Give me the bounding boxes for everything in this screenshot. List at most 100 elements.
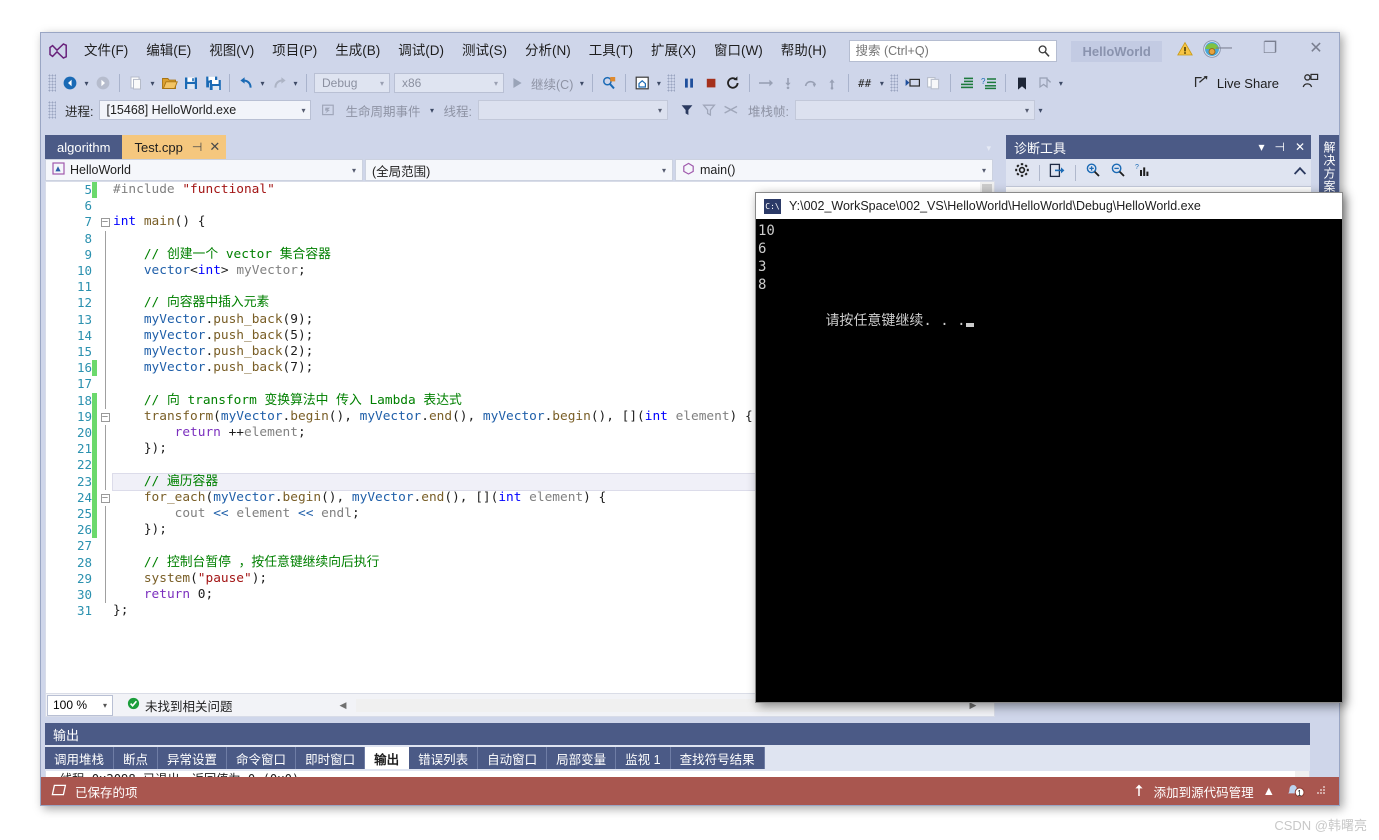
toolbar-grip-3[interactable] <box>890 74 898 92</box>
stackframe-dropdown[interactable]: ▾ <box>795 100 1035 120</box>
attach-to-process-icon[interactable] <box>598 72 620 94</box>
fold-margin[interactable] <box>97 344 113 360</box>
fold-margin[interactable]: – <box>97 214 113 230</box>
fold-margin[interactable] <box>97 571 113 587</box>
fold-margin[interactable] <box>97 441 113 457</box>
procbar-grip[interactable] <box>48 101 56 119</box>
continue-play-icon[interactable] <box>506 72 528 94</box>
fold-margin[interactable] <box>97 474 113 490</box>
fold-margin[interactable]: – <box>97 490 113 506</box>
menu-file[interactable]: 文件(F) <box>75 38 137 64</box>
continue-label[interactable]: 继续(C) <box>528 74 576 93</box>
resize-grip-icon[interactable] <box>1315 784 1327 799</box>
close-tab-icon[interactable]: ✕ <box>209 139 220 155</box>
open-file-icon[interactable] <box>158 72 180 94</box>
collapse-chevron-up-icon[interactable] <box>1293 164 1307 182</box>
undo-caret-icon[interactable]: ▾ <box>257 72 268 94</box>
zoom-level-dropdown[interactable]: 100 % ▾ <box>47 695 113 716</box>
fold-margin[interactable] <box>97 522 113 538</box>
lifecycle-events-label[interactable]: 生命周期事件 <box>339 101 426 120</box>
break-all-icon[interactable] <box>678 72 700 94</box>
process-dropdown[interactable]: [15468] HelloWorld.exe ▾ <box>99 100 311 120</box>
fold-margin[interactable] <box>97 247 113 263</box>
search-input[interactable] <box>855 42 1033 60</box>
minimize-button[interactable]: — <box>1201 33 1247 63</box>
live-share-button[interactable]: Live Share <box>1194 74 1279 92</box>
fold-margin[interactable] <box>97 603 113 619</box>
bottom-tab-调用堆栈[interactable]: 调用堆栈 <box>45 747 114 769</box>
menu-edit[interactable]: 编辑(E) <box>137 38 200 64</box>
send-feedback-icon[interactable] <box>1301 73 1319 94</box>
tab-test-cpp[interactable]: Test.cpp ⊣ ✕ <box>122 135 226 159</box>
fold-margin[interactable]: – <box>97 409 113 425</box>
menu-help[interactable]: 帮助(H) <box>772 38 836 64</box>
fold-margin[interactable] <box>97 587 113 603</box>
show-next-statement-icon[interactable] <box>901 72 923 94</box>
fold-margin[interactable] <box>97 312 113 328</box>
panel-menu-icon[interactable]: ▾ <box>1258 140 1264 154</box>
navigate-backward-icon[interactable] <box>59 72 81 94</box>
hex-display-icon[interactable]: ## <box>854 72 876 94</box>
bottom-tab-命令窗口[interactable]: 命令窗口 <box>227 747 296 769</box>
bottom-tab-自动窗口[interactable]: 自动窗口 <box>478 747 547 769</box>
fold-margin[interactable] <box>97 279 113 295</box>
toolbar-grip[interactable] <box>48 74 56 92</box>
menu-build[interactable]: 生成(B) <box>326 38 389 64</box>
source-control-label[interactable]: 添加到源代码管理 <box>1154 782 1254 801</box>
show-details-chart-icon[interactable]: ? <box>1135 163 1151 183</box>
restart-debugging-icon[interactable] <box>722 72 744 94</box>
panel-close-icon[interactable]: ✕ <box>1295 140 1305 154</box>
bookmark-icon[interactable] <box>1011 72 1033 94</box>
hex-caret-icon[interactable]: ▾ <box>876 72 887 94</box>
fold-margin[interactable] <box>97 506 113 522</box>
filter-funnel-icon[interactable] <box>676 99 698 121</box>
zoom-in-icon[interactable] <box>1085 162 1101 183</box>
navigate-backward-caret-icon[interactable]: ▾ <box>81 72 92 94</box>
menu-test[interactable]: 测试(S) <box>453 38 516 64</box>
solution-config-dropdown[interactable]: Debug ▾ <box>314 73 390 93</box>
indent-lines-icon[interactable] <box>956 72 978 94</box>
fold-margin[interactable] <box>97 555 113 571</box>
fold-margin[interactable] <box>97 425 113 441</box>
save-all-icon[interactable] <box>202 72 224 94</box>
save-icon[interactable] <box>180 72 202 94</box>
fold-margin[interactable] <box>97 182 113 198</box>
tab-overflow-caret-icon[interactable]: ▾ <box>986 143 991 154</box>
tab-algorithm[interactable]: algorithm <box>45 135 122 159</box>
fold-margin[interactable] <box>97 538 113 554</box>
new-item-caret-icon[interactable]: ▾ <box>147 72 158 94</box>
undo-icon[interactable] <box>235 72 257 94</box>
bottom-tab-输出[interactable]: 输出 <box>365 747 409 769</box>
fold-margin[interactable] <box>97 393 113 409</box>
menu-window[interactable]: 窗口(W) <box>705 38 772 64</box>
pin-tab-icon[interactable]: ⊣ <box>192 140 202 154</box>
lifecycle-caret-icon[interactable]: ▾ <box>427 99 438 121</box>
fold-margin[interactable] <box>97 360 113 376</box>
hscroll-left-icon[interactable]: ◀ <box>336 699 350 712</box>
fold-margin[interactable] <box>97 263 113 279</box>
continue-caret-icon[interactable]: ▾ <box>576 72 587 94</box>
bottom-tab-监视 1[interactable]: 监视 1 <box>616 747 670 769</box>
source-control-caret-icon[interactable]: ▲ <box>1263 784 1275 798</box>
fold-margin[interactable] <box>97 457 113 473</box>
fold-margin[interactable] <box>97 295 113 311</box>
bottom-tab-错误列表[interactable]: 错误列表 <box>409 747 478 769</box>
export-session-icon[interactable] <box>1049 163 1066 183</box>
project-scope-dropdown[interactable]: HelloWorld ▾ <box>45 159 363 181</box>
toggle-info-icon[interactable]: ? <box>978 72 1000 94</box>
thread-dropdown[interactable]: ▾ <box>478 100 668 120</box>
toolbar-grip-2[interactable] <box>667 74 675 92</box>
console-window[interactable]: C:\ Y:\002_WorkSpace\002_VS\HelloWorld\H… <box>755 192 1343 703</box>
issue-status[interactable]: 未找到相关问题 <box>127 696 233 715</box>
panel-pin-icon[interactable]: ⊣ <box>1274 140 1284 154</box>
menu-debug[interactable]: 调试(D) <box>389 38 453 64</box>
global-scope-dropdown[interactable]: (全局范围) ▾ <box>365 159 673 181</box>
menu-extensions[interactable]: 扩展(X) <box>642 38 705 64</box>
procbar-overflow-caret-icon[interactable]: ▾ <box>1035 99 1046 121</box>
menu-view[interactable]: 视图(V) <box>200 38 263 64</box>
menu-tools[interactable]: 工具(T) <box>580 38 642 64</box>
fold-margin[interactable] <box>97 376 113 392</box>
notifications-bell-icon[interactable]: 1 <box>1284 781 1306 802</box>
bottom-tab-断点[interactable]: 断点 <box>114 747 158 769</box>
warning-icon[interactable] <box>1176 40 1194 63</box>
